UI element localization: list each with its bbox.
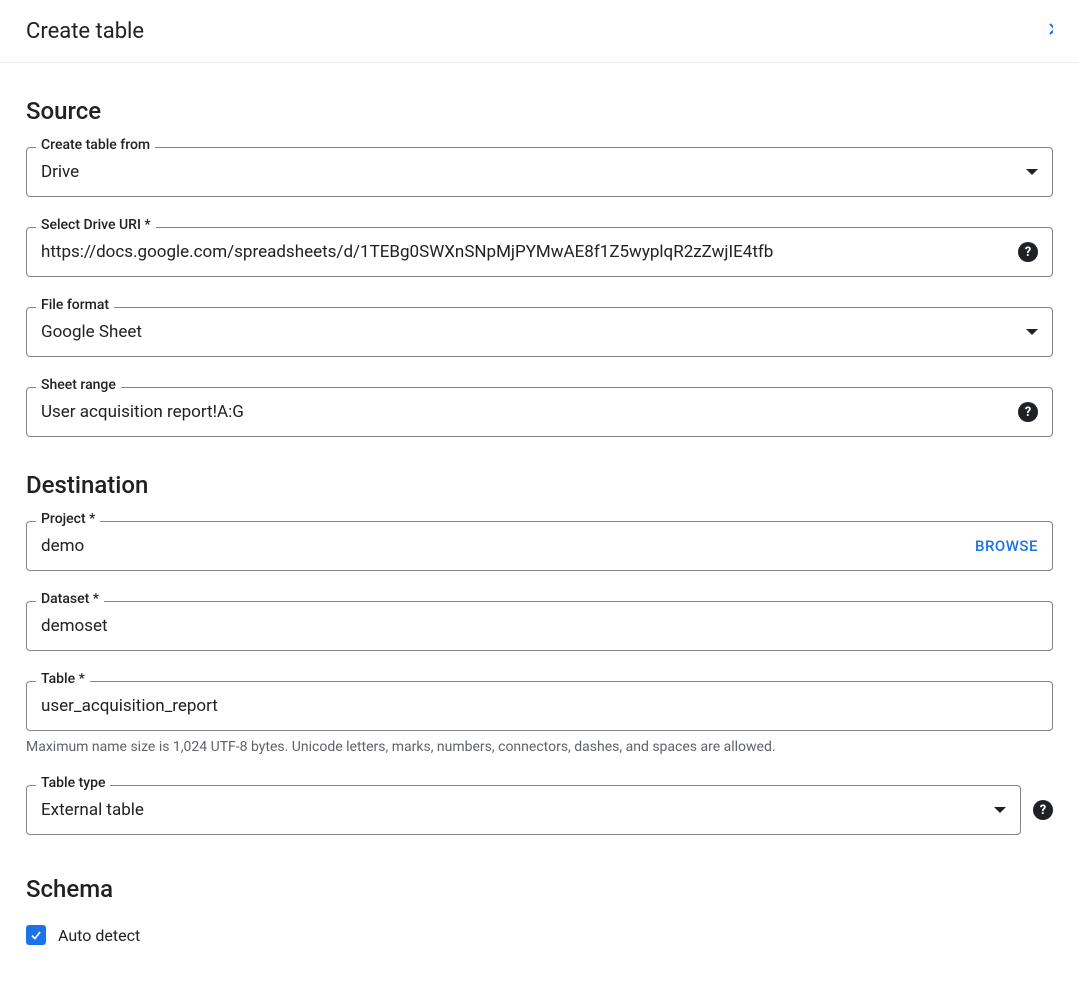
section-schema-heading: Schema	[26, 875, 1053, 903]
file-format-label: File format	[36, 297, 114, 313]
dataset-input[interactable]	[41, 616, 1038, 636]
sheet-range-input[interactable]	[41, 402, 1008, 422]
sheet-range-field: ?	[26, 387, 1053, 437]
table-helper-text: Maximum name size is 1,024 UTF-8 bytes. …	[26, 739, 1053, 755]
help-icon[interactable]: ?	[1018, 242, 1038, 262]
dataset-field	[26, 601, 1053, 651]
section-destination-heading: Destination	[26, 471, 1053, 499]
drive-uri-label: Select Drive URI *	[36, 217, 156, 233]
create-from-select[interactable]: Drive	[26, 147, 1053, 197]
drive-uri-field: ?	[26, 227, 1053, 277]
sheet-range-label: Sheet range	[36, 377, 121, 393]
dialog-header: Create table	[0, 0, 1079, 63]
browse-button[interactable]: BROWSE	[975, 537, 1038, 555]
section-source-heading: Source	[26, 97, 1053, 125]
chevron-down-icon	[994, 807, 1006, 813]
chevron-down-icon	[1026, 169, 1038, 175]
table-field	[26, 681, 1053, 731]
table-type-value: External table	[41, 800, 984, 820]
table-type-label: Table type	[36, 775, 110, 791]
help-icon[interactable]: ?	[1018, 402, 1038, 422]
create-from-label: Create table from	[36, 137, 155, 153]
help-icon[interactable]: ?	[1033, 800, 1053, 820]
table-label: Table *	[36, 671, 90, 687]
table-type-select[interactable]: External table	[26, 785, 1021, 835]
dialog-title: Create table	[26, 19, 144, 44]
file-format-value: Google Sheet	[41, 322, 1016, 342]
file-format-select[interactable]: Google Sheet	[26, 307, 1053, 357]
auto-detect-label: Auto detect	[58, 926, 140, 945]
project-label: Project *	[36, 511, 100, 527]
close-icon[interactable]	[1045, 18, 1053, 44]
chevron-down-icon	[1026, 329, 1038, 335]
project-field: BROWSE	[26, 521, 1053, 571]
drive-uri-input[interactable]	[41, 242, 1008, 262]
dataset-label: Dataset *	[36, 591, 104, 607]
project-input[interactable]	[41, 536, 963, 556]
create-from-value: Drive	[41, 162, 1016, 182]
check-icon	[29, 928, 43, 942]
auto-detect-checkbox[interactable]	[26, 925, 46, 945]
table-input[interactable]	[41, 696, 1038, 716]
